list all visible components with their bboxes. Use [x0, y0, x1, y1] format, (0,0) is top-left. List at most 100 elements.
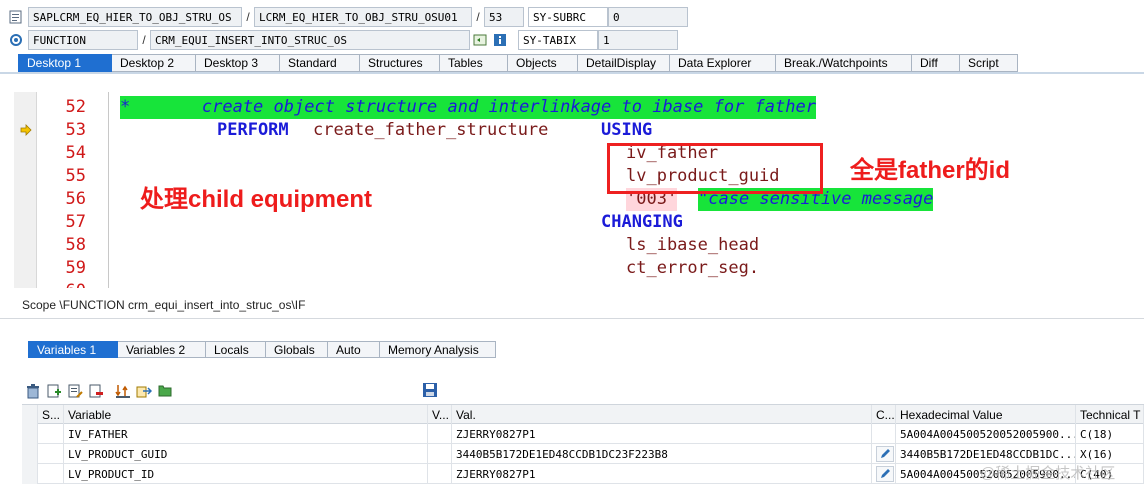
program-icon: [8, 9, 24, 25]
edit-list-icon[interactable]: [66, 382, 84, 400]
info-icon[interactable]: [492, 32, 508, 48]
column-header-hex[interactable]: Hexadecimal Value: [896, 405, 1076, 425]
row-selector[interactable]: [22, 464, 38, 484]
include-field[interactable]: LCRM_EQ_HIER_TO_OBJ_STRU_OSU01: [254, 7, 472, 27]
line-number: 58: [65, 235, 86, 255]
table-row[interactable]: LV_PRODUCT_ID ZJERRY0827P1 5A004A0045005…: [22, 464, 1144, 484]
variable-cell[interactable]: LV_PRODUCT_ID: [64, 464, 428, 484]
tab-desktop-1[interactable]: Desktop 1: [18, 54, 112, 72]
code-line-59: 59 ct_error_seg.: [14, 257, 1144, 280]
pencil-icon[interactable]: [876, 466, 894, 482]
separator: /: [142, 33, 146, 47]
scope-text: Scope \FUNCTION crm_equi_insert_into_str…: [22, 298, 306, 312]
value-cell[interactable]: ZJERRY0827P1: [452, 464, 872, 484]
delete-icon[interactable]: [24, 382, 42, 400]
column-header-value[interactable]: Val.: [452, 405, 872, 425]
variable-cell[interactable]: LV_PRODUCT_GUID: [64, 444, 428, 464]
status-cell: [38, 444, 64, 464]
pencil-icon[interactable]: [876, 446, 894, 462]
code-comment: * create object structure and interlinka…: [120, 96, 816, 119]
line-number: 57: [65, 212, 86, 232]
change-cell: [872, 444, 896, 464]
status-cell: [38, 464, 64, 484]
code-identifier: ls_ibase_head: [626, 235, 760, 255]
export-icon[interactable]: [135, 382, 153, 400]
column-header-tech[interactable]: Technical T: [1076, 405, 1144, 425]
insert-row-icon[interactable]: [45, 382, 63, 400]
tab-globals[interactable]: Globals: [266, 341, 328, 358]
tech-type-cell: X(16): [1076, 444, 1144, 464]
event-info-row: FUNCTION / CRM_EQUI_INSERT_INTO_STRUC_OS…: [0, 29, 1144, 51]
select-all-cell[interactable]: [22, 405, 38, 425]
tab-memory-analysis[interactable]: Memory Analysis: [380, 341, 496, 358]
code-identifier: create_father_structure: [313, 120, 549, 140]
tab-objects[interactable]: Objects: [508, 54, 578, 72]
desktop-tabstrip: Desktop 1 Desktop 2 Desktop 3 Standard S…: [18, 54, 1018, 72]
program-info-row: SAPLCRM_EQ_HIER_TO_OBJ_STRU_OS / LCRM_EQ…: [0, 6, 1144, 28]
display-source-icon[interactable]: [472, 32, 488, 48]
separator: /: [476, 10, 480, 24]
variables-table: S... Variable V... Val. C... Hexadecimal…: [22, 404, 1144, 484]
line-number: 53: [65, 120, 86, 140]
tabix-value: 1: [598, 30, 678, 50]
remove-row-icon[interactable]: [87, 382, 105, 400]
v-cell: [428, 424, 452, 444]
annotation-right: 全是father的id: [850, 157, 1011, 184]
column-header-s[interactable]: S...: [38, 405, 64, 425]
tab-structures[interactable]: Structures: [360, 54, 440, 72]
tab-standard[interactable]: Standard: [280, 54, 360, 72]
row-selector[interactable]: [22, 444, 38, 464]
status-cell: [38, 424, 64, 444]
line-number: 60: [58, 280, 86, 288]
event-type-field[interactable]: FUNCTION: [28, 30, 138, 50]
subrc-label: SY-SUBRC: [528, 7, 608, 27]
value-cell[interactable]: ZJERRY0827P1: [452, 424, 872, 444]
hex-cell: 3440B5B172DE1ED48CCDB1DC...: [896, 444, 1076, 464]
tab-data-explorer[interactable]: Data Explorer: [670, 54, 776, 72]
line-number: 54: [65, 143, 86, 163]
table-view-icon[interactable]: [156, 382, 174, 400]
column-header-variable[interactable]: Variable: [64, 405, 428, 425]
tab-detaildisplay[interactable]: DetailDisplay: [578, 54, 670, 72]
variable-cell[interactable]: IV_FATHER: [64, 424, 428, 444]
table-row[interactable]: IV_FATHER ZJERRY0827P1 5A004A00450052005…: [22, 424, 1144, 444]
watermark: @稀土掘金技术社区: [980, 465, 1116, 482]
tab-script[interactable]: Script: [960, 54, 1018, 72]
code-line-52: 52 * create object structure and interli…: [14, 96, 1144, 119]
event-name-field[interactable]: CRM_EQUI_INSERT_INTO_STRUC_OS: [150, 30, 470, 50]
tabstrip-divider: [0, 72, 1144, 74]
save-icon[interactable]: [422, 382, 440, 400]
current-line-arrow-icon: [20, 124, 32, 139]
tab-diff[interactable]: Diff: [912, 54, 960, 72]
line-number: 56: [65, 189, 86, 209]
table-row[interactable]: LV_PRODUCT_GUID 3440B5B172DE1ED48CCDB1DC…: [22, 444, 1144, 464]
tabix-label: SY-TABIX: [518, 30, 598, 50]
annotation-left: 处理child equipment: [140, 186, 373, 213]
column-header-v[interactable]: V...: [428, 405, 452, 425]
tab-breakpoints[interactable]: Break./Watchpoints: [776, 54, 912, 72]
program-field[interactable]: SAPLCRM_EQ_HIER_TO_OBJ_STRU_OS: [28, 7, 242, 27]
tab-variables-1[interactable]: Variables 1: [28, 341, 118, 358]
code-line-57: 57 CHANGING: [14, 211, 1144, 234]
tab-variables-2[interactable]: Variables 2: [118, 341, 206, 358]
hex-cell: 5A004A004500520052005900...: [896, 424, 1076, 444]
tab-tables[interactable]: Tables: [440, 54, 508, 72]
line-number: 52: [65, 97, 86, 117]
row-selector[interactable]: [22, 424, 38, 444]
function-icon: [8, 32, 24, 48]
column-header-c[interactable]: C...: [872, 405, 896, 425]
tab-auto[interactable]: Auto: [328, 341, 380, 358]
code-identifier: ct_error_seg.: [626, 258, 760, 278]
sort-icon[interactable]: [114, 382, 132, 400]
tab-locals[interactable]: Locals: [206, 341, 266, 358]
line-field[interactable]: 53: [484, 7, 524, 27]
tab-desktop-2[interactable]: Desktop 2: [112, 54, 196, 72]
code-keyword: PERFORM: [217, 120, 289, 140]
highlight-box: [607, 143, 823, 194]
table-header: S... Variable V... Val. C... Hexadecimal…: [22, 404, 1144, 425]
variables-tabstrip: Variables 1 Variables 2 Locals Globals A…: [28, 341, 496, 358]
code-line-53: 53 PERFORM create_father_structure USING: [14, 119, 1144, 142]
scope-divider: [0, 318, 1144, 319]
tab-desktop-3[interactable]: Desktop 3: [196, 54, 280, 72]
value-cell[interactable]: 3440B5B172DE1ED48CCDB1DC23F223B8: [452, 444, 872, 464]
